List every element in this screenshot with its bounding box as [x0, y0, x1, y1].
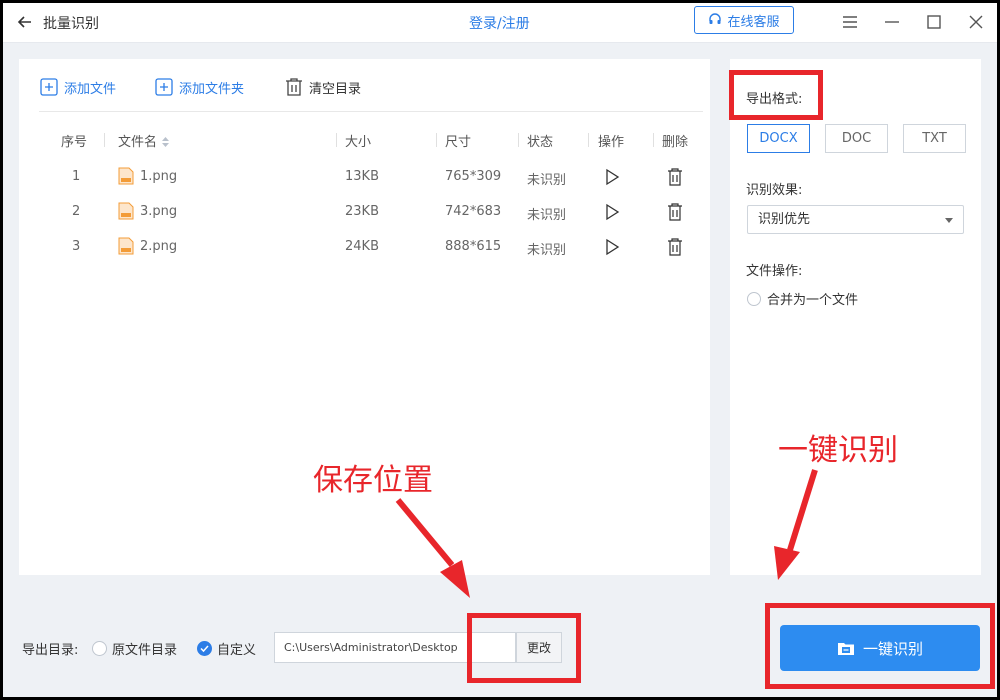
- title-bar: 批量识别 登录/注册 在线客服: [3, 3, 997, 43]
- delete-icon[interactable]: [667, 203, 683, 221]
- radio-checked-icon[interactable]: [197, 641, 212, 656]
- start-recognition-button[interactable]: 一键识别: [780, 625, 980, 671]
- row-size: 23KB: [345, 204, 379, 219]
- file-op-label: 文件操作:: [746, 264, 803, 279]
- clear-list-label: 清空目录: [309, 81, 362, 97]
- change-path-button[interactable]: 更改: [516, 632, 562, 663]
- row-filename: 3.png: [140, 204, 178, 219]
- header-divider: [653, 133, 654, 147]
- add-folder-button[interactable]: 添加文件夹: [155, 76, 244, 98]
- row-index: 2: [72, 204, 81, 219]
- header-divider: [518, 133, 519, 147]
- original-dir-label: 原文件目录: [112, 643, 178, 658]
- row-filename: 2.png: [140, 239, 178, 254]
- annotation-save-location-text: 保存位置: [313, 463, 433, 498]
- row-index: 3: [72, 239, 81, 254]
- export-path-input[interactable]: [274, 632, 516, 663]
- header-status: 状态: [527, 135, 554, 150]
- play-icon[interactable]: [604, 203, 620, 221]
- headset-icon: [709, 13, 722, 24]
- row-size: 13KB: [345, 169, 379, 184]
- header-divider: [436, 133, 437, 147]
- row-dimensions: 888*615: [445, 239, 502, 254]
- login-register-link[interactable]: 登录/注册: [469, 13, 530, 33]
- settings-panel: 导出格式: DOCX DOC TXT 识别效果: 识别优先 文件操作: 合并为一…: [730, 59, 981, 575]
- header-divider: [104, 133, 105, 147]
- row-filename: 1.png: [140, 169, 178, 184]
- app-window: 批量识别 登录/注册 在线客服 添加文件 添加文件夹 清空目录 序号 文件名 大…: [3, 3, 997, 697]
- export-format-label: 导出格式:: [746, 92, 803, 107]
- merge-files-label: 合并为一个文件: [767, 293, 859, 308]
- sort-icon[interactable]: [161, 136, 170, 148]
- merge-files-option[interactable]: 合并为一个文件: [747, 289, 858, 308]
- close-icon[interactable]: [966, 12, 986, 32]
- row-status: 未识别: [527, 243, 567, 258]
- original-dir-option[interactable]: 原文件目录: [92, 639, 177, 658]
- custom-dir-label: 自定义: [217, 643, 257, 658]
- table-header: 序号 文件名 大小 尺寸 状态 操作 删除: [39, 127, 703, 153]
- header-divider: [336, 133, 337, 147]
- export-dir-label: 导出目录:: [22, 643, 79, 658]
- annotation-one-click-text: 一键识别: [778, 433, 898, 468]
- image-file-icon: [118, 202, 134, 220]
- caret-down-icon: [945, 218, 953, 223]
- format-docx-button[interactable]: DOCX: [747, 124, 810, 153]
- checkmark-icon: [200, 645, 209, 653]
- header-divider: [588, 133, 589, 147]
- add-file-icon: [40, 78, 58, 96]
- image-file-icon: [118, 167, 134, 185]
- table-row: 2 3.png 23KB 742*683 未识别: [39, 197, 703, 227]
- back-arrow-icon[interactable]: [17, 14, 33, 30]
- delete-icon[interactable]: [667, 238, 683, 256]
- format-doc-button[interactable]: DOC: [825, 124, 888, 153]
- add-file-label: 添加文件: [64, 81, 117, 97]
- add-folder-icon: [155, 78, 173, 96]
- row-status: 未识别: [527, 208, 567, 223]
- effect-label: 识别效果:: [746, 183, 803, 198]
- header-index: 序号: [61, 135, 88, 150]
- delete-icon[interactable]: [667, 168, 683, 186]
- row-dimensions: 742*683: [445, 204, 502, 219]
- effect-select[interactable]: 识别优先: [747, 205, 964, 234]
- header-action: 操作: [598, 135, 625, 150]
- row-size: 24KB: [345, 239, 379, 254]
- row-status: 未识别: [527, 173, 567, 188]
- header-delete: 删除: [662, 135, 689, 150]
- table-row: 3 2.png 24KB 888*615 未识别: [39, 232, 703, 262]
- add-folder-label: 添加文件夹: [179, 81, 245, 97]
- minimize-icon[interactable]: [882, 12, 902, 32]
- header-filename[interactable]: 文件名: [118, 131, 170, 150]
- row-dimensions: 765*309: [445, 169, 502, 184]
- radio-unchecked-icon[interactable]: [92, 641, 107, 656]
- play-icon[interactable]: [604, 238, 620, 256]
- header-size: 大小: [345, 135, 372, 150]
- trash-icon: [286, 78, 302, 96]
- online-service-button[interactable]: 在线客服: [694, 6, 794, 34]
- file-toolbar: 添加文件 添加文件夹 清空目录: [19, 59, 710, 112]
- custom-dir-option[interactable]: 自定义: [197, 639, 256, 658]
- play-icon[interactable]: [604, 168, 620, 186]
- clear-list-button[interactable]: 清空目录: [285, 76, 361, 98]
- window-title: 批量识别: [43, 16, 99, 32]
- format-txt-button[interactable]: TXT: [903, 124, 966, 153]
- menu-icon[interactable]: [840, 12, 860, 32]
- header-dimensions: 尺寸: [445, 135, 472, 150]
- effect-select-value: 识别优先: [758, 212, 811, 227]
- add-file-button[interactable]: 添加文件: [40, 76, 116, 98]
- row-index: 1: [72, 169, 81, 184]
- maximize-icon[interactable]: [924, 12, 944, 32]
- toolbar-divider: [39, 111, 703, 112]
- online-service-label: 在线客服: [727, 14, 780, 30]
- table-row: 1 1.png 13KB 765*309 未识别: [39, 162, 703, 192]
- start-recognition-label: 一键识别: [862, 639, 923, 658]
- image-file-icon: [118, 237, 134, 255]
- merge-radio-icon[interactable]: [747, 291, 761, 306]
- scan-folder-icon: [837, 643, 854, 655]
